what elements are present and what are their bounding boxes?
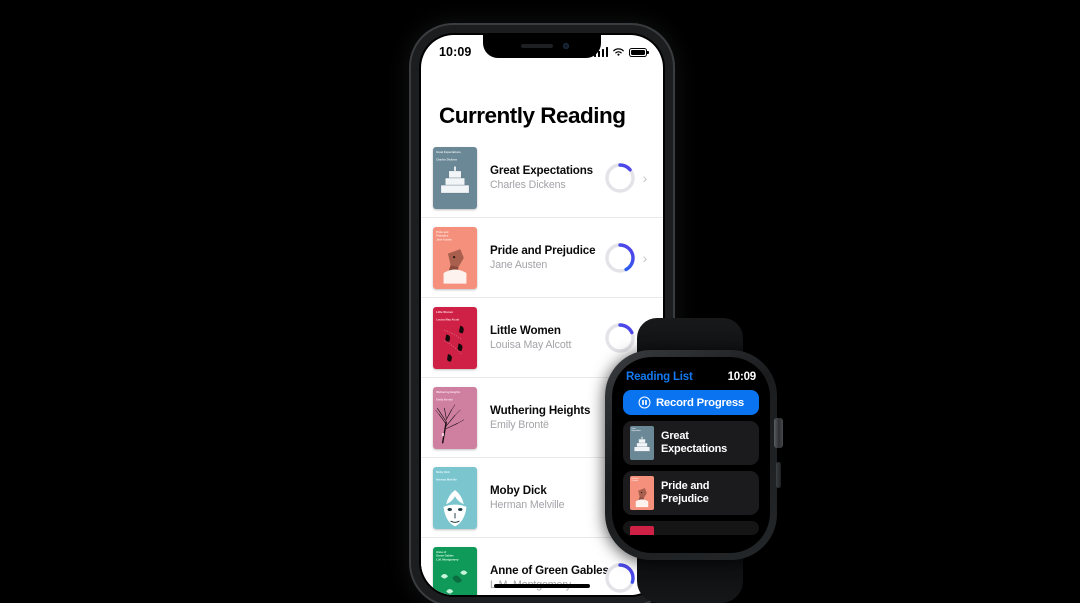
wifi-icon: [613, 48, 624, 56]
earpiece-speaker: [521, 44, 553, 48]
record-progress-icon: [638, 396, 651, 409]
watch-item-title-line1: Great: [661, 430, 689, 443]
book-cover-thumbnail: [630, 526, 654, 535]
watch-body: Reading List 10:09 Record Progress Great…: [605, 350, 783, 560]
book-title: Anne of Green Gables: [490, 564, 609, 577]
svg-text:Louisa May Alcott: Louisa May Alcott: [436, 317, 459, 321]
book-author: Emily Brontë: [490, 419, 549, 431]
screenshot-stage: 10:09 Currently Reading Great Expectatio…: [0, 0, 1080, 603]
book-title: Wuthering Heights: [490, 404, 591, 417]
chevron-right-icon: ›: [642, 169, 648, 186]
watch-bezel: Reading List 10:09 Record Progress Great…: [612, 357, 770, 553]
svg-text:Prejudice: Prejudice: [436, 233, 449, 237]
book-author: Jane Austen: [490, 259, 548, 271]
svg-text:Green Gables: Green Gables: [436, 553, 454, 557]
book-title: Moby Dick: [490, 484, 547, 497]
book-info: Wuthering Heights Emily Brontë: [477, 404, 603, 431]
book-info: Great Expectations Charles Dickens: [477, 164, 603, 191]
book-cover-art: Great Expectations Charles Dickens: [433, 146, 477, 209]
svg-text:Wuthering Heights: Wuthering Heights: [436, 389, 461, 393]
watch-reading-list[interactable]: Great Expectations Great Expectations Pr…: [623, 421, 759, 515]
svg-text:Emily Brontë: Emily Brontë: [436, 397, 453, 401]
book-cover-thumbnail: Great Expectations: [630, 426, 654, 460]
svg-text:Anne of: Anne of: [436, 549, 446, 553]
book-author: Charles Dickens: [490, 179, 566, 191]
record-progress-button[interactable]: Record Progress: [623, 390, 759, 415]
book-cover-art: Wuthering Heights Emily Brontë: [433, 386, 477, 449]
svg-text:L.M. Montgomery: L.M. Montgomery: [436, 557, 459, 561]
book-info: Moby Dick Herman Melville: [477, 484, 603, 511]
book-list-item[interactable]: Pride and Prejudice Jane Austen Pride an…: [421, 218, 663, 298]
svg-text:Pride and: Pride and: [436, 229, 449, 233]
status-bar-time: 10:09: [439, 45, 472, 59]
watch-item-title: Pride and Prejudice: [661, 480, 710, 505]
book-list-item[interactable]: Great Expectations Charles Dickens Great…: [421, 138, 663, 218]
record-progress-label: Record Progress: [655, 396, 745, 409]
battery-full-icon: [629, 47, 650, 57]
book-info: Little Women Louisa May Alcott: [477, 324, 603, 351]
watch-list-item[interactable]: Pride and Prejudice Pride and Prejudice: [623, 471, 759, 515]
page-title: Currently Reading: [439, 103, 626, 128]
book-title: Pride and Prejudice: [490, 244, 596, 257]
watch-item-title-line2: Prejudice: [661, 493, 709, 505]
watch-app-name: Reading List: [626, 371, 693, 383]
book-cover-thumbnail: Pride and Prejudice: [630, 476, 654, 510]
book-author: Louisa May Alcott: [490, 339, 572, 351]
home-indicator: [494, 583, 590, 588]
watch-item-title-line1: Pride and: [661, 480, 710, 493]
digital-crown[interactable]: [774, 418, 783, 448]
watch-list-item-partial[interactable]: [623, 521, 759, 535]
book-title: Great Expectations: [490, 164, 593, 177]
watch-header: Reading List 10:09: [623, 371, 759, 383]
book-cover-art: Little Women Louisa May Alcott: [433, 306, 477, 369]
reading-progress-ring: [603, 241, 637, 275]
svg-text:Great Expectations: Great Expectations: [436, 149, 461, 153]
book-author: Herman Melville: [490, 499, 565, 511]
svg-text:Jane Austen: Jane Austen: [436, 237, 452, 241]
book-info: Pride and Prejudice Jane Austen: [477, 244, 603, 271]
watch-list-item[interactable]: Great Expectations Great Expectations: [623, 421, 759, 465]
front-camera-icon: [563, 43, 569, 49]
reading-progress-ring: [603, 161, 637, 195]
iphone-notch: [483, 35, 601, 58]
watch-time: 10:09: [727, 371, 757, 383]
svg-text:Little Women: Little Women: [436, 309, 453, 313]
watch-item-title-line2: Expectations: [661, 443, 728, 455]
status-bar-indicators: [593, 47, 650, 57]
book-title: Little Women: [490, 324, 561, 337]
apple-watch-device: Reading List 10:09 Record Progress Great…: [601, 318, 783, 603]
book-cover-art: Pride and Prejudice Jane Austen: [433, 226, 477, 289]
book-cover-art: Anne of Green Gables L.M. Montgomery: [433, 546, 477, 595]
book-cover-art: Moby Dick Herman Melville: [433, 466, 477, 529]
watch-side-button[interactable]: [776, 462, 781, 488]
svg-text:Moby Dick: Moby Dick: [436, 469, 450, 473]
svg-text:Herman Melville: Herman Melville: [436, 477, 457, 481]
watch-item-title: Great Expectations: [661, 430, 727, 455]
svg-text:Charles Dickens: Charles Dickens: [436, 157, 458, 161]
chevron-right-icon: ›: [642, 249, 648, 266]
watch-screen: Reading List 10:09 Record Progress Great…: [612, 357, 770, 553]
